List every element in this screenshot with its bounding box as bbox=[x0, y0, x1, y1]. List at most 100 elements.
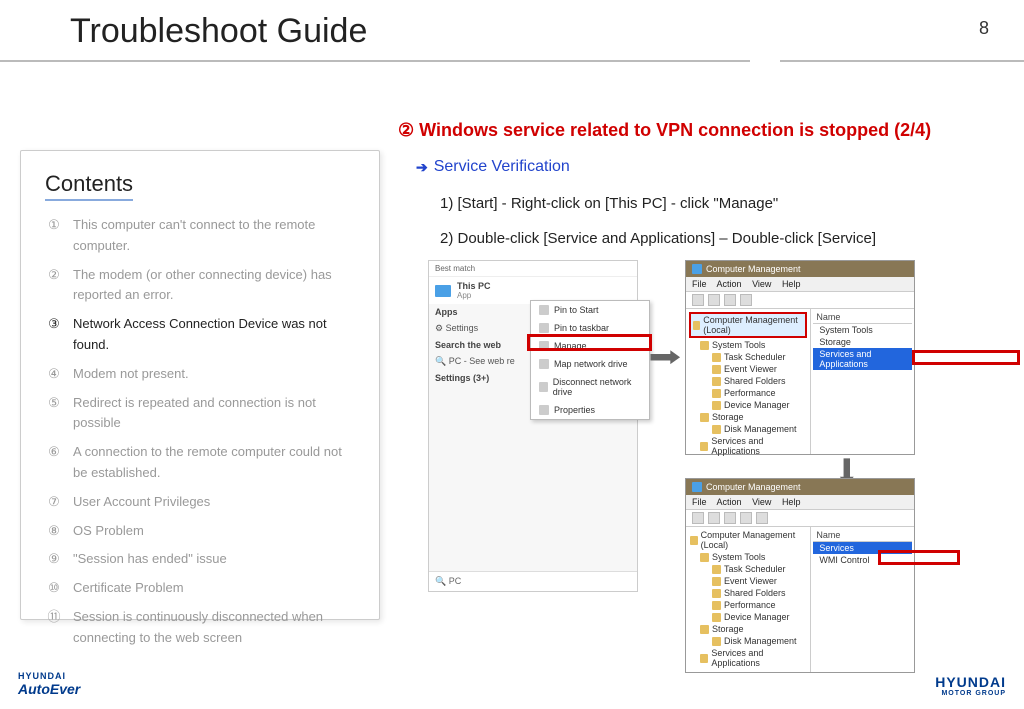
svc-apps-highlight-box bbox=[912, 350, 1020, 365]
num-icon: ② bbox=[45, 265, 63, 307]
screenshot-cm-1: Computer Management File Action View Hel… bbox=[685, 260, 915, 455]
step-1-text: 1) [Start] - Right-click on [This PC] - … bbox=[440, 195, 778, 212]
contents-item-10[interactable]: ⑩Certificate Problem bbox=[45, 578, 359, 599]
menu-help[interactable]: Help bbox=[782, 497, 801, 507]
tree-device-manager[interactable]: Device Manager bbox=[688, 399, 808, 411]
folder-icon bbox=[712, 377, 721, 386]
toolbar-icon[interactable] bbox=[740, 512, 752, 524]
tree-disk-mgmt[interactable]: Disk Management bbox=[688, 635, 808, 647]
toolbar-icon[interactable] bbox=[692, 512, 704, 524]
r-storage[interactable]: Storage bbox=[813, 336, 912, 348]
menu-help[interactable]: Help bbox=[782, 279, 801, 289]
tree-task-scheduler[interactable]: Task Scheduler bbox=[688, 351, 808, 363]
contents-item-5[interactable]: ⑤Redirect is repeated and connection is … bbox=[45, 393, 359, 435]
ctx-properties[interactable]: Properties bbox=[531, 401, 649, 419]
ctx-pin-start[interactable]: Pin to Start bbox=[531, 301, 649, 319]
num-icon: ⑤ bbox=[45, 393, 63, 435]
tree-svc-apps[interactable]: Services and Applications bbox=[688, 647, 808, 669]
toolbar bbox=[686, 510, 914, 527]
folder-icon bbox=[712, 589, 721, 598]
cm-icon bbox=[692, 264, 702, 274]
col-name: Name bbox=[813, 529, 912, 542]
tree-panel: Computer Management (Local) System Tools… bbox=[686, 527, 811, 672]
ctx-pin-taskbar[interactable]: Pin to taskbar bbox=[531, 319, 649, 337]
tree-root[interactable]: Computer Management (Local) bbox=[688, 529, 808, 551]
folder-icon bbox=[700, 553, 709, 562]
menu-file[interactable]: File bbox=[692, 279, 707, 289]
search-box[interactable]: 🔍 PC bbox=[429, 571, 637, 591]
monitor-icon bbox=[435, 285, 451, 297]
pin-icon bbox=[539, 323, 549, 333]
contents-item-11[interactable]: ⑪Session is continuously disconnected wh… bbox=[45, 607, 359, 649]
menu-bar: File Action View Help bbox=[686, 277, 914, 292]
num-icon: ④ bbox=[45, 364, 63, 385]
toolbar-icon[interactable] bbox=[740, 294, 752, 306]
r-services[interactable]: Services bbox=[813, 542, 912, 554]
menu-action[interactable]: Action bbox=[717, 279, 742, 289]
contents-item-3[interactable]: ③Network Access Connection Device was no… bbox=[45, 314, 359, 356]
window-title: Computer Management bbox=[686, 479, 914, 495]
tree-event-viewer[interactable]: Event Viewer bbox=[688, 363, 808, 375]
pin-icon bbox=[539, 305, 549, 315]
sub-title-row: ➔ Service Verification bbox=[416, 158, 570, 176]
tree-shared-folders[interactable]: Shared Folders bbox=[688, 375, 808, 387]
tree-shared-folders[interactable]: Shared Folders bbox=[688, 587, 808, 599]
r-system-tools[interactable]: System Tools bbox=[813, 324, 912, 336]
svc-icon bbox=[700, 654, 708, 663]
arrow-right-icon: ➔ bbox=[416, 159, 428, 176]
contents-list: ①This computer can't connect to the remo… bbox=[45, 215, 359, 649]
contents-item-1[interactable]: ①This computer can't connect to the remo… bbox=[45, 215, 359, 257]
header-rule-left bbox=[0, 60, 750, 62]
tree-storage[interactable]: Storage bbox=[688, 623, 808, 635]
menu-action[interactable]: Action bbox=[717, 497, 742, 507]
ctx-map[interactable]: Map network drive bbox=[531, 355, 649, 373]
toolbar-icon[interactable] bbox=[708, 512, 720, 524]
tree-system-tools[interactable]: System Tools bbox=[688, 551, 808, 563]
toolbar-icon[interactable] bbox=[708, 294, 720, 306]
num-icon: ① bbox=[45, 215, 63, 257]
tree-disk-mgmt[interactable]: Disk Management bbox=[688, 423, 808, 435]
tree-panel: Computer Management (Local) System Tools… bbox=[686, 309, 811, 454]
header-rule-right bbox=[780, 60, 1024, 62]
tree-performance[interactable]: Performance bbox=[688, 599, 808, 611]
sub-title: Service Verification bbox=[434, 158, 570, 176]
logo-hyundai: HYUNDAI MOTOR GROUP bbox=[935, 674, 1006, 697]
contents-item-2[interactable]: ②The modem (or other connecting device) … bbox=[45, 265, 359, 307]
device-icon bbox=[712, 613, 721, 622]
contents-item-7[interactable]: ⑦User Account Privileges bbox=[45, 492, 359, 513]
step-2-text: 2) Double-click [Service and Application… bbox=[440, 230, 876, 247]
num-icon: ⑪ bbox=[45, 607, 63, 649]
arrow-right-icon: ➡ bbox=[648, 340, 681, 373]
tree-device-manager[interactable]: Device Manager bbox=[688, 611, 808, 623]
tree-task-scheduler[interactable]: Task Scheduler bbox=[688, 563, 808, 575]
contents-item-9[interactable]: ⑨"Session has ended" issue bbox=[45, 549, 359, 570]
cm-icon bbox=[693, 321, 700, 330]
contents-item-4[interactable]: ④Modem not present. bbox=[45, 364, 359, 385]
tree-performance[interactable]: Performance bbox=[688, 387, 808, 399]
tree-system-tools[interactable]: System Tools bbox=[688, 339, 808, 351]
menu-file[interactable]: File bbox=[692, 497, 707, 507]
drive-icon bbox=[539, 382, 548, 392]
contents-item-8[interactable]: ⑧OS Problem bbox=[45, 521, 359, 542]
tree-event-viewer[interactable]: Event Viewer bbox=[688, 575, 808, 587]
toolbar-icon[interactable] bbox=[724, 294, 736, 306]
contents-item-6[interactable]: ⑥A connection to the remote computer cou… bbox=[45, 442, 359, 484]
toolbar-icon[interactable] bbox=[756, 512, 768, 524]
cm-icon bbox=[690, 536, 698, 545]
section-title: ② Windows service related to VPN connect… bbox=[398, 120, 931, 141]
toolbar-icon[interactable] bbox=[724, 512, 736, 524]
tree-storage[interactable]: Storage bbox=[688, 411, 808, 423]
menu-bar: File Action View Help bbox=[686, 495, 914, 510]
screenshot-cm-2: Computer Management File Action View Hel… bbox=[685, 478, 915, 673]
tree-root[interactable]: Computer Management (Local) bbox=[689, 312, 807, 338]
disk-icon bbox=[712, 637, 721, 646]
toolbar-icon[interactable] bbox=[692, 294, 704, 306]
menu-view[interactable]: View bbox=[752, 279, 771, 289]
num-icon: ⑩ bbox=[45, 578, 63, 599]
r-svc-apps[interactable]: Services and Applications bbox=[813, 348, 912, 370]
tree-svc-apps[interactable]: Services and Applications bbox=[688, 435, 808, 457]
ctx-manage[interactable]: Manage bbox=[531, 337, 649, 355]
ctx-disconnect[interactable]: Disconnect network drive bbox=[531, 373, 649, 401]
menu-view[interactable]: View bbox=[752, 497, 771, 507]
r-wmi[interactable]: WMI Control bbox=[813, 554, 912, 566]
